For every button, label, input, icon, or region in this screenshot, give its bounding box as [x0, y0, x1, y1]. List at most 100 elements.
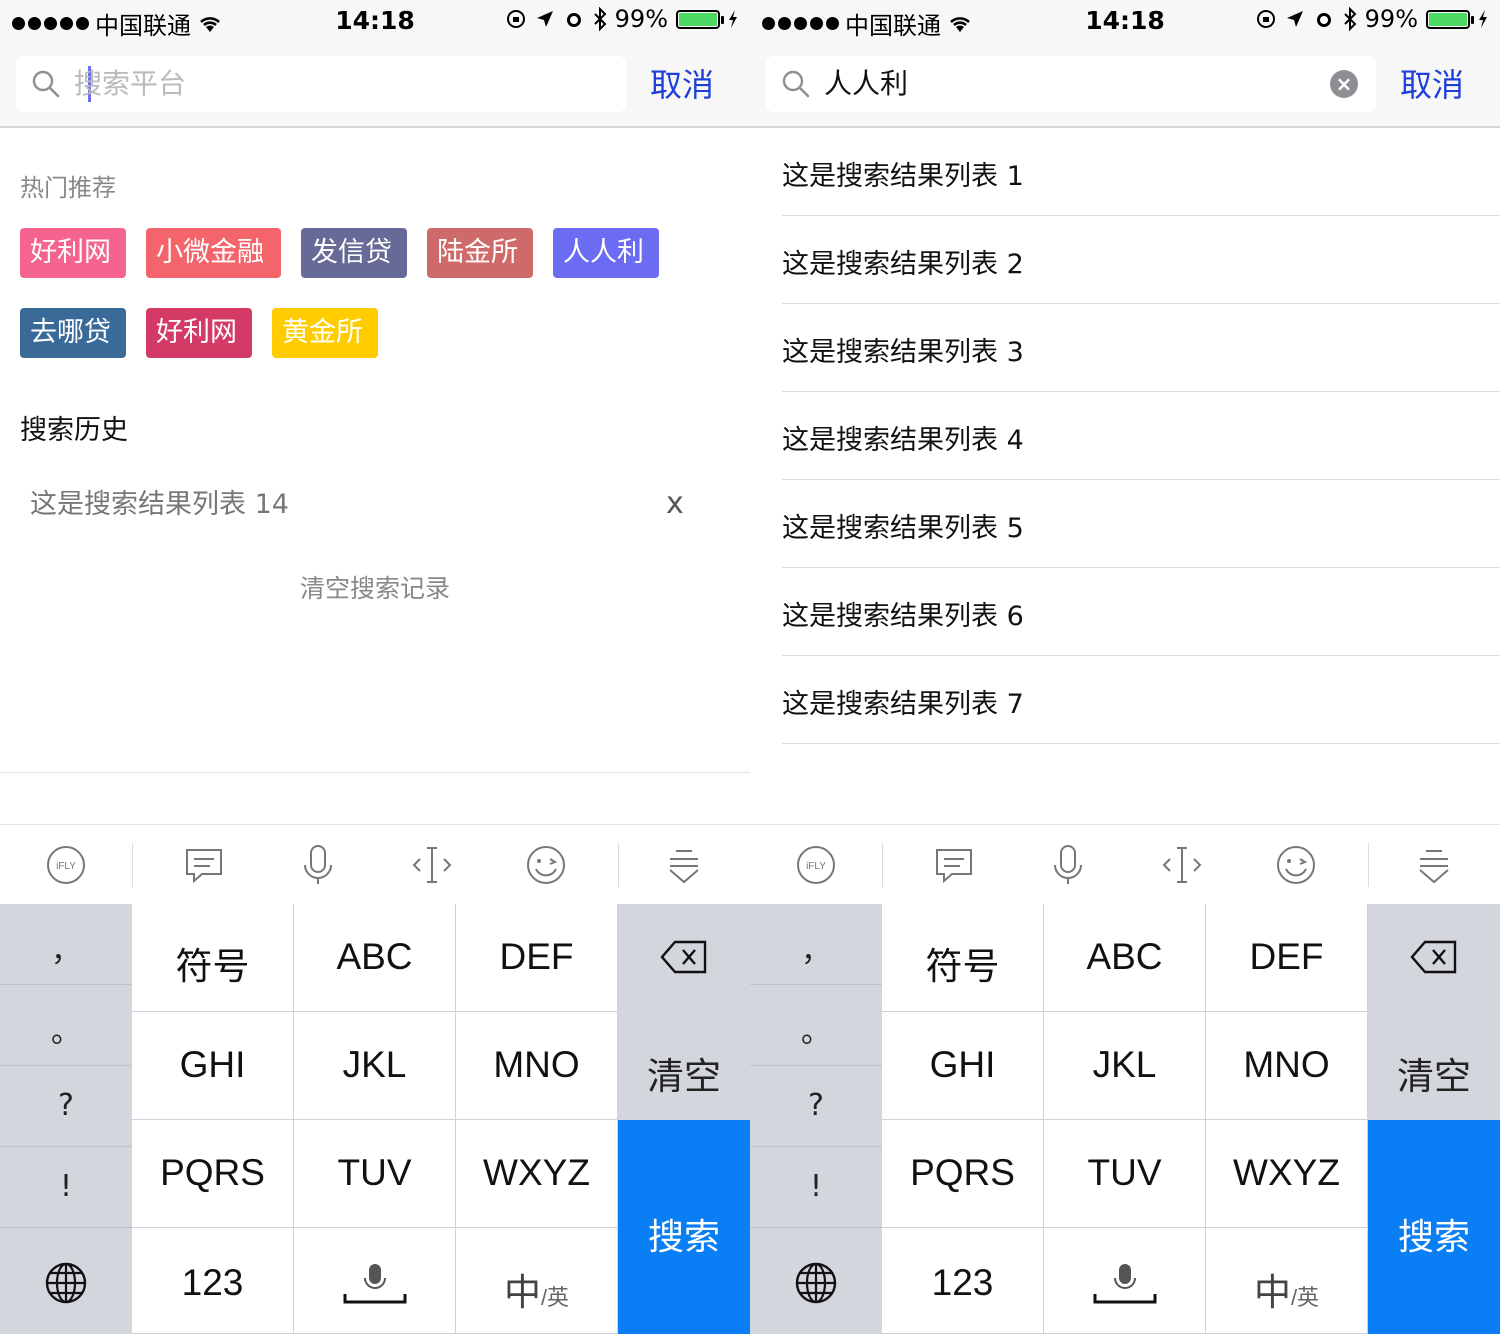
- search-key[interactable]: 搜索: [618, 1120, 750, 1334]
- keyboard-toolbar: iFLY: [0, 824, 750, 904]
- backspace-icon: [660, 940, 707, 974]
- punct-key[interactable]: ?: [0, 1066, 132, 1147]
- microphone-icon[interactable]: [1046, 843, 1090, 887]
- backspace-key[interactable]: [618, 904, 750, 1012]
- toolbar-separator: [132, 843, 133, 887]
- hot-tag[interactable]: 小微金融: [146, 228, 281, 278]
- punct-key[interactable]: ，: [750, 904, 882, 985]
- battery-percent: 99%: [614, 5, 668, 33]
- space-key[interactable]: [1044, 1228, 1206, 1334]
- charging-icon: [729, 10, 737, 28]
- hide-keyboard-icon[interactable]: [662, 843, 706, 887]
- cursor-move-icon[interactable]: [410, 843, 454, 887]
- punct-key[interactable]: !: [0, 1147, 132, 1228]
- message-icon[interactable]: [932, 843, 976, 887]
- search-input[interactable]: 搜索平台: [74, 64, 554, 104]
- search-key[interactable]: 搜索: [1368, 1120, 1500, 1334]
- toolbar-separator: [1368, 843, 1369, 887]
- result-item[interactable]: 这是搜索结果列表 6: [782, 568, 1500, 656]
- hot-tag[interactable]: 发信贷: [301, 228, 407, 278]
- toolbar-separator: [618, 843, 619, 887]
- search-input-box[interactable]: 搜索平台: [16, 56, 626, 112]
- language-switch-key[interactable]: 中/英: [456, 1228, 618, 1334]
- key-wxyz[interactable]: WXYZ: [1206, 1120, 1368, 1228]
- cancel-button[interactable]: 取消: [1400, 60, 1464, 106]
- result-item[interactable]: 这是搜索结果列表 3: [782, 304, 1500, 392]
- punct-key[interactable]: ，: [0, 904, 132, 985]
- result-item[interactable]: 这是搜索结果列表 1: [782, 128, 1500, 216]
- key-123[interactable]: 123: [882, 1228, 1044, 1334]
- key-pqrs[interactable]: PQRS: [132, 1120, 294, 1228]
- status-bar: 中国联通 14:18 99%: [750, 0, 1500, 40]
- message-icon[interactable]: [182, 843, 226, 887]
- cancel-button[interactable]: 取消: [650, 60, 714, 106]
- screen-search-home: 中国联通 14:18 99% 搜索平台 取消 热门推荐 好利网 小微金融 发信贷…: [0, 0, 750, 1334]
- backspace-key[interactable]: [1368, 904, 1500, 1012]
- alarm-icon: [566, 13, 581, 27]
- key-jkl[interactable]: JKL: [294, 1012, 456, 1120]
- ifly-logo-icon[interactable]: iFLY: [44, 843, 88, 887]
- key-pqrs[interactable]: PQRS: [882, 1120, 1044, 1228]
- punct-key[interactable]: 。: [0, 985, 132, 1066]
- hot-tag[interactable]: 去哪贷: [20, 308, 126, 358]
- hot-recommend-title: 热门推荐: [20, 174, 116, 202]
- location-icon: [1286, 11, 1303, 27]
- delete-history-item-button[interactable]: x: [666, 486, 684, 521]
- search-icon: [782, 70, 810, 98]
- key-mno[interactable]: MNO: [1206, 1012, 1368, 1120]
- hot-tag[interactable]: 好利网: [146, 308, 252, 358]
- key-123[interactable]: 123: [132, 1228, 294, 1334]
- search-header: 人人利 × 取消: [750, 40, 1500, 128]
- hot-tag[interactable]: 好利网: [20, 228, 126, 278]
- punct-key[interactable]: !: [750, 1147, 882, 1228]
- backspace-icon: [1410, 940, 1457, 974]
- language-switch-key[interactable]: 中/英: [1206, 1228, 1368, 1334]
- punct-key[interactable]: 。: [750, 985, 882, 1066]
- ifly-logo-icon[interactable]: iFLY: [794, 843, 838, 887]
- search-input[interactable]: 人人利: [824, 64, 1304, 104]
- clear-key[interactable]: 清空: [618, 1012, 750, 1120]
- key-jkl[interactable]: JKL: [1044, 1012, 1206, 1120]
- key-symbols[interactable]: 符号: [132, 904, 294, 1012]
- key-mno[interactable]: MNO: [456, 1012, 618, 1120]
- result-item[interactable]: 这是搜索结果列表 2: [782, 216, 1500, 304]
- history-item[interactable]: 这是搜索结果列表 14: [30, 482, 289, 521]
- key-ghi[interactable]: GHI: [132, 1012, 294, 1120]
- key-wxyz[interactable]: WXYZ: [456, 1120, 618, 1228]
- toolbar-separator: [882, 843, 883, 887]
- result-item[interactable]: 这是搜索结果列表 4: [782, 392, 1500, 480]
- hot-tag[interactable]: 黄金所: [272, 308, 378, 358]
- status-bar: 中国联通 14:18 99%: [0, 0, 750, 40]
- hide-keyboard-icon[interactable]: [1412, 843, 1456, 887]
- globe-key[interactable]: [0, 1228, 132, 1334]
- key-abc[interactable]: ABC: [1044, 904, 1206, 1012]
- emoji-icon[interactable]: [524, 843, 568, 887]
- space-key[interactable]: [294, 1228, 456, 1334]
- result-item[interactable]: 这是搜索结果列表 7: [782, 656, 1500, 744]
- search-input-box[interactable]: 人人利 ×: [766, 56, 1376, 112]
- clear-key[interactable]: 清空: [1368, 1012, 1500, 1120]
- punct-key[interactable]: ?: [750, 1066, 882, 1147]
- key-tuv[interactable]: TUV: [1044, 1120, 1206, 1228]
- key-symbols[interactable]: 符号: [882, 904, 1044, 1012]
- clear-history-button[interactable]: 清空搜索记录: [0, 569, 750, 605]
- globe-key[interactable]: [750, 1228, 882, 1334]
- key-def[interactable]: DEF: [456, 904, 618, 1012]
- punctuation-column: ， 。 ? !: [0, 904, 132, 1334]
- punctuation-column: ， 。 ? !: [750, 904, 882, 1334]
- keyboard: ， 。 ? ! 符号 ABC DEF GHI JKL MNO 清空 PQRS T…: [0, 904, 750, 1334]
- hot-tag[interactable]: 人人利: [553, 228, 659, 278]
- battery-icon: [676, 9, 724, 29]
- emoji-icon[interactable]: [1274, 843, 1318, 887]
- key-abc[interactable]: ABC: [294, 904, 456, 1012]
- clear-input-icon[interactable]: ×: [1330, 70, 1358, 98]
- key-ghi[interactable]: GHI: [882, 1012, 1044, 1120]
- microphone-icon[interactable]: [296, 843, 340, 887]
- cursor-move-icon[interactable]: [1160, 843, 1204, 887]
- key-tuv[interactable]: TUV: [294, 1120, 456, 1228]
- charging-icon: [1479, 10, 1487, 28]
- result-item[interactable]: 这是搜索结果列表 5: [782, 480, 1500, 568]
- hot-tag[interactable]: 陆金所: [427, 228, 533, 278]
- bluetooth-icon: [1343, 7, 1357, 31]
- key-def[interactable]: DEF: [1206, 904, 1368, 1012]
